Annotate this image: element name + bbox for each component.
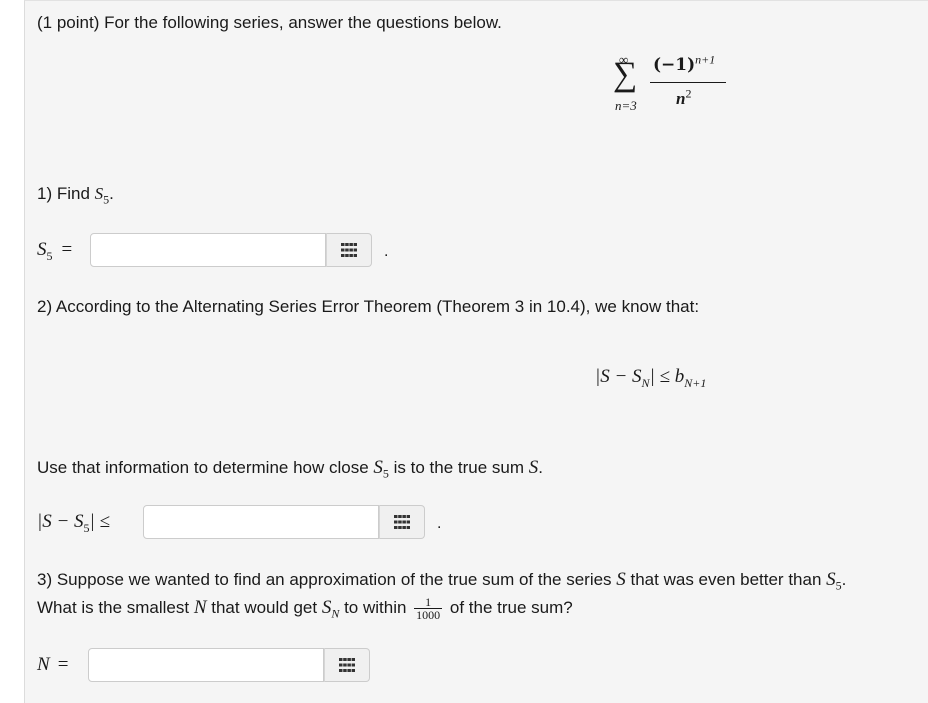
fraction-bar [650,82,726,83]
error-bound-input[interactable] [143,505,379,539]
sigma-symbol: ∑ [613,56,638,93]
smallest-n-matrix-button[interactable] [324,648,370,682]
error-bound-matrix-button[interactable] [379,505,425,539]
part2-prompt: 2) According to the Alternating Series E… [37,297,700,316]
series-expression: ∞ ∑ n=3 (−1)n+1 n2 [610,52,740,122]
grid-icon [394,515,410,529]
part2-followup: Use that information to determine how cl… [37,457,543,481]
tolerance-fraction: 1 1000 [414,595,443,622]
series-lower-limit: n=3 [615,98,637,113]
problem-header: (1 point) For the following series, answ… [37,13,502,32]
grid-icon [341,243,357,257]
s5-answer-input[interactable] [90,233,326,267]
part2-trailing-period: . [437,515,442,532]
s5-matrix-button[interactable] [326,233,372,267]
part1-trailing-period: . [384,243,389,260]
part3-line2: What is the smallest N that would get SN… [37,595,573,622]
part3-label: N = [37,654,69,675]
series-denominator: n2 [676,86,692,108]
denominator-exponent: 2 [685,86,692,101]
part1-prompt: 1) Find S5. [37,184,114,207]
part3-line1: 3) Suppose we wanted to find an approxim… [37,569,847,593]
smallest-n-input[interactable] [88,648,324,682]
numerator-exponent: n+1 [695,52,716,67]
part1-label: S5 = [37,239,73,263]
grid-icon [339,658,355,672]
error-theorem-formula: |S − SN| ≤ bN+1 [595,366,707,390]
part2-label: |S − S5| ≤ [37,511,110,535]
series-numerator: (−1)n+1 [653,52,716,75]
